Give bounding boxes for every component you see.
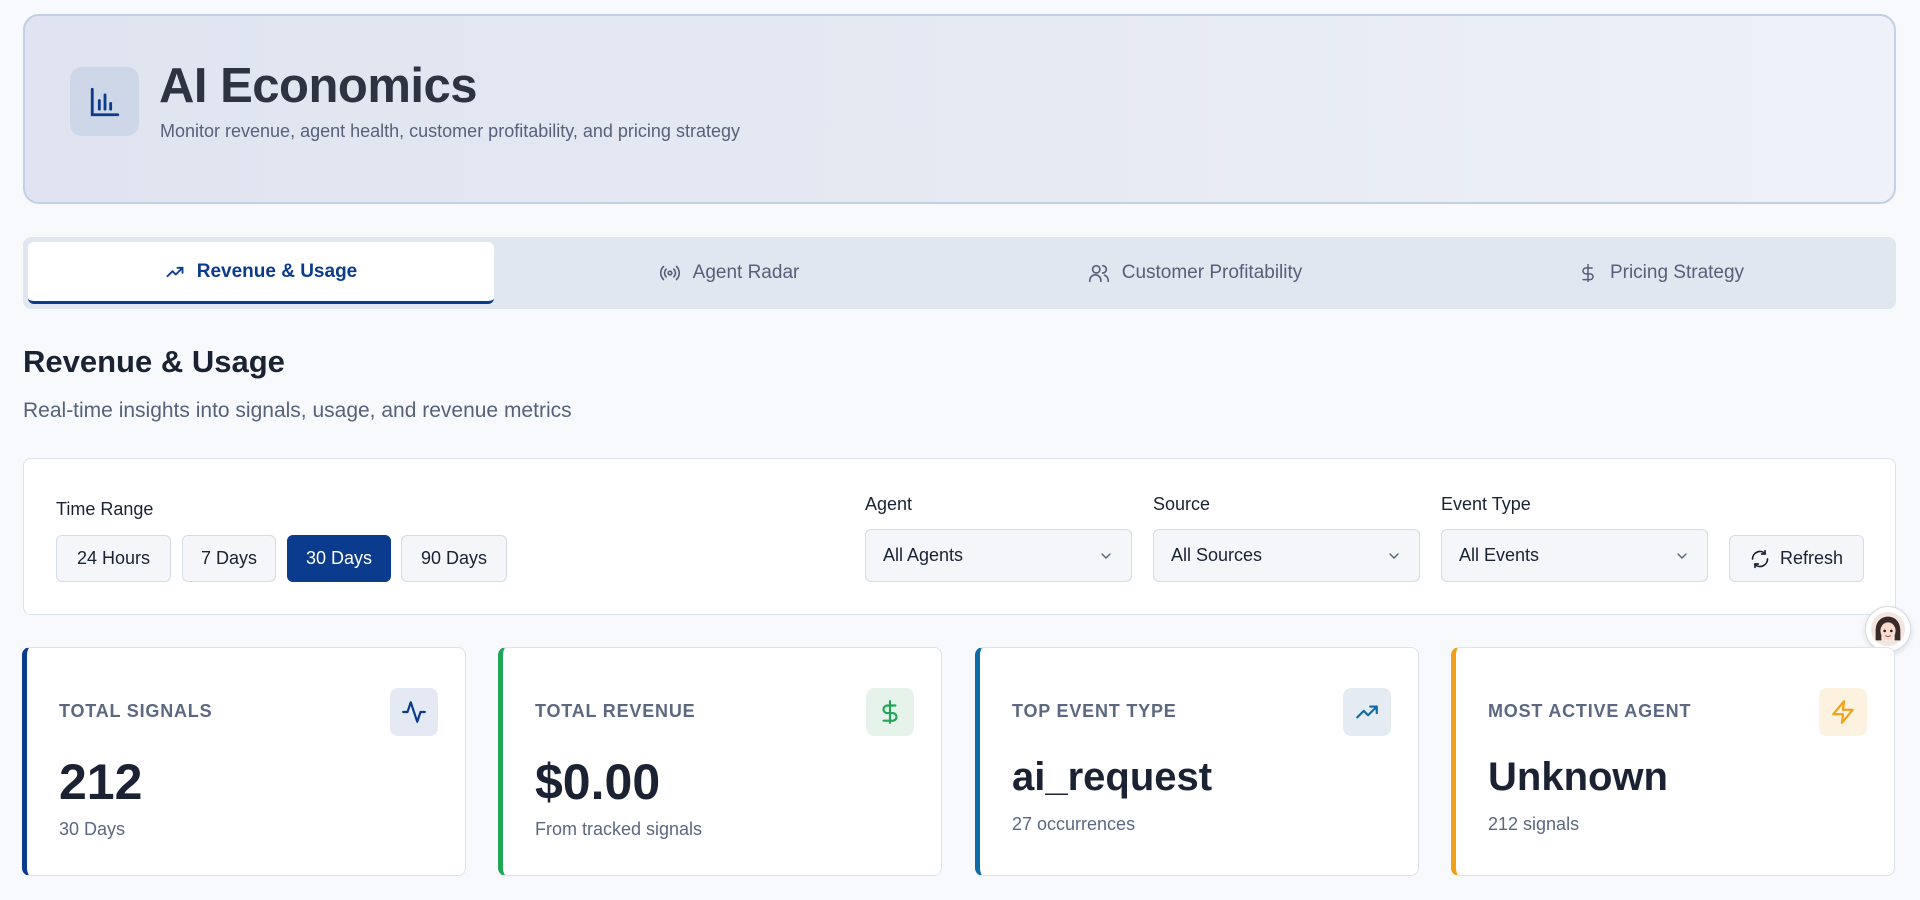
filter-panel: Time Range 24 Hours 7 Days 30 Days 90 Da… [23,458,1896,615]
agent-select-value: All Agents [883,545,964,565]
card-value: 212 [59,754,143,810]
most-active-agent-card: MOST ACTIVE AGENT Unknown 212 signals [1451,647,1895,876]
agent-label: Agent [865,494,913,514]
activity-icon [390,688,438,736]
trending-up-icon [166,266,184,277]
assistant-avatar[interactable] [1865,606,1911,652]
refresh-button[interactable]: Refresh [1729,535,1864,582]
trending-up-icon [1343,688,1391,736]
bar-chart-icon [70,67,139,136]
section-title: Revenue & Usage [23,344,285,379]
range-24-hours-button[interactable]: 24 Hours [56,535,171,582]
card-subtext: From tracked signals [535,819,703,839]
chevron-down-icon [1677,552,1687,559]
zap-icon [1819,688,1867,736]
page-title: AI Economics [159,59,478,113]
tab-label: Pricing Strategy [1609,262,1745,283]
tab-revenue-usage[interactable]: Revenue & Usage [28,242,494,304]
tab-customer-profitability[interactable]: Customer Profitability [962,242,1428,304]
agent-select[interactable]: All Agents [865,529,1132,582]
section-subtitle: Real-time insights into signals, usage, … [23,399,572,422]
tab-agent-radar[interactable]: Agent Radar [496,242,962,304]
card-value: Unknown [1488,755,1668,799]
page-subtitle: Monitor revenue, agent health, customer … [160,121,740,141]
card-label: TOTAL REVENUE [535,701,696,721]
tab-label: Customer Profitability [1121,262,1303,283]
range-30-days-button[interactable]: 30 Days [287,535,391,582]
source-select[interactable]: All Sources [1153,529,1420,582]
source-select-value: All Sources [1171,545,1263,565]
card-value: ai_request [1012,755,1213,799]
tab-pricing-strategy[interactable]: Pricing Strategy [1428,242,1894,304]
card-subtext: 212 signals [1488,814,1580,834]
card-value: $0.00 [535,754,661,810]
dollar-icon [1582,263,1594,283]
range-90-days-button[interactable]: 90 Days [401,535,507,582]
top-event-type-card: TOP EVENT TYPE ai_request 27 occurrences [975,647,1419,876]
total-signals-card: TOTAL SIGNALS 212 30 Days [22,647,466,876]
source-label: Source [1153,494,1211,514]
dollar-icon [866,688,914,736]
refresh-label: Refresh [1779,548,1844,568]
chevron-down-icon [1389,552,1399,559]
card-subtext: 27 occurrences [1012,814,1136,834]
event-type-select[interactable]: All Events [1441,529,1708,582]
users-icon [1088,264,1109,283]
avatar-icon [1870,611,1906,647]
event-type-label: Event Type [1441,494,1531,514]
time-range-label: Time Range [56,499,154,519]
total-revenue-card: TOTAL REVENUE $0.00 From tracked signals [498,647,942,876]
page-header: AI Economics Monitor revenue, agent heal… [23,14,1896,204]
card-label: MOST ACTIVE AGENT [1488,701,1692,721]
range-7-days-button[interactable]: 7 Days [182,535,276,582]
event-type-select-value: All Events [1459,545,1540,565]
card-label: TOTAL SIGNALS [59,701,213,721]
tab-bar: Revenue & Usage Agent Radar Customer Pro… [23,237,1896,309]
tab-label: Agent Radar [692,262,800,283]
tab-label: Revenue & Usage [196,260,358,282]
card-subtext: 30 Days [59,819,126,839]
refresh-icon [1751,549,1769,568]
chevron-down-icon [1101,552,1111,559]
card-label: TOP EVENT TYPE [1012,701,1177,721]
radio-icon [659,265,680,281]
